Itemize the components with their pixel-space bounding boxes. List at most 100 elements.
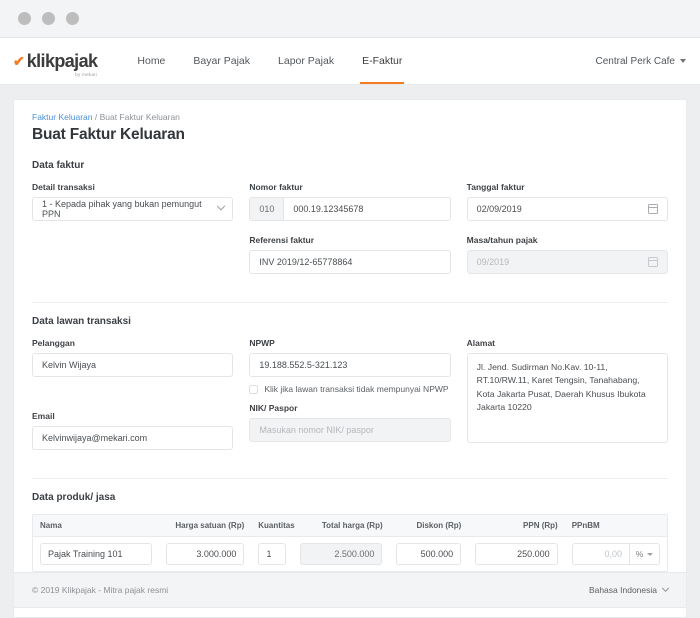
browser-window: ✔ klikpajak by mekari Home Bayar Pajak L… xyxy=(0,0,700,618)
nomor-faktur-prefix: 010 xyxy=(249,197,284,221)
masa-tahun-pajak-input: 09/2019 xyxy=(466,250,668,274)
page-body: Faktur Keluaran / Buat Faktur Keluaran B… xyxy=(0,85,700,618)
npwp-input[interactable]: 19.188.552.5-321.123 xyxy=(249,353,451,377)
nik-paspor-input: Masukan nomor NIK/ paspor xyxy=(249,418,451,442)
cell-ppnbm: 0,00 % xyxy=(565,543,667,565)
cell-total-harga: 2.500.000 xyxy=(293,543,389,565)
language-value: Bahasa Indonesia xyxy=(588,585,657,595)
total-harga-value: 2.500.000 xyxy=(299,543,383,565)
logo-text: klikpajak xyxy=(26,51,98,71)
logo-subtitle: by mekari xyxy=(75,72,98,77)
minimize-window-icon[interactable] xyxy=(42,12,55,25)
nav-item-bayar-pajak[interactable]: Bayar Pajak xyxy=(179,38,264,84)
masa-tahun-pajak-value: 09/2019 xyxy=(476,257,510,267)
nomor-faktur-input[interactable]: 000.19.12345678 xyxy=(283,197,451,221)
language-selector[interactable]: Bahasa Indonesia xyxy=(588,584,670,595)
chevron-down-icon xyxy=(661,584,670,592)
field-referensi-faktur: Referensi faktur INV 2019/12-65778864 xyxy=(249,235,451,274)
label-detail-transaksi: Detail transaksi xyxy=(32,182,95,192)
label-referensi-faktur: Referensi faktur xyxy=(249,235,315,245)
label-email: Email xyxy=(32,411,55,421)
harga-satuan-input[interactable]: 3.000.000 xyxy=(165,543,245,565)
close-window-icon[interactable] xyxy=(18,12,31,25)
account-menu[interactable]: Central Perk Cafe xyxy=(596,56,686,67)
detail-transaksi-value: 1 - Kepada pihak yang bukan pemungut PPN xyxy=(42,199,202,219)
breadcrumb-separator: / xyxy=(92,112,100,122)
top-navigation: ✔ klikpajak by mekari Home Bayar Pajak L… xyxy=(0,38,700,85)
nomor-faktur-group: 010 000.19.12345678 xyxy=(249,197,451,221)
label-npwp: NPWP xyxy=(249,338,275,348)
nav-item-home[interactable]: Home xyxy=(123,38,179,84)
column-header-ppnbm: PPnBM xyxy=(571,521,600,530)
breadcrumb-current: Buat Faktur Keluaran xyxy=(99,112,180,122)
label-pelanggan: Pelanggan xyxy=(32,338,75,348)
nav-item-lapor-pajak[interactable]: Lapor Pajak xyxy=(264,38,348,84)
data-faktur-row: Detail transaksi 1 - Kepada pihak yang b… xyxy=(32,182,668,288)
npwp-checkbox[interactable] xyxy=(249,384,259,394)
data-faktur-column-2: Nomor faktur 010 000.19.12345678 Referen… xyxy=(249,182,451,288)
maximize-window-icon[interactable] xyxy=(66,12,79,25)
chevron-down-icon xyxy=(647,552,654,556)
label-masa-tahun-pajak: Masa/tahun pajak xyxy=(466,235,538,245)
data-lawan-column-3: Alamat Jl. Jend. Sudirman No.Kav. 10-11,… xyxy=(466,338,668,464)
cell-ppn: 250.000 xyxy=(468,543,564,565)
field-tanggal-faktur: Tanggal faktur 02/09/2019 xyxy=(466,182,668,221)
ppnbm-input[interactable]: 0,00 xyxy=(571,543,631,565)
section-divider xyxy=(32,302,668,303)
chevron-down-icon xyxy=(217,201,226,211)
email-input[interactable]: Kelvinwijaya@mekari.com xyxy=(32,426,234,450)
cell-diskon: 500.000 xyxy=(389,543,468,565)
data-faktur-column-1: Detail transaksi 1 - Kepada pihak yang b… xyxy=(32,182,234,288)
klikpajak-logo[interactable]: ✔ klikpajak by mekari xyxy=(13,51,98,77)
pelanggan-input[interactable]: Kelvin Wijaya xyxy=(32,353,234,377)
ppnbm-unit-select[interactable]: % xyxy=(630,543,661,565)
calendar-icon[interactable] xyxy=(647,204,659,214)
nama-input[interactable]: Pajak Training 101 xyxy=(40,543,152,565)
field-nomor-faktur: Nomor faktur 010 000.19.12345678 xyxy=(249,182,451,221)
window-titlebar xyxy=(0,0,700,38)
produk-table: Nama Harga satuan (Rp) Kuantitas Total h… xyxy=(32,514,668,572)
footer-copyright: © 2019 Klikpajak - Mitra pajak resmi xyxy=(32,585,169,595)
table-row: Pajak Training 101 3.000.000 1 2.500.000… xyxy=(33,537,667,571)
ppn-input[interactable]: 250.000 xyxy=(475,543,558,565)
field-alamat: Alamat Jl. Jend. Sudirman No.Kav. 10-11,… xyxy=(466,338,668,443)
kuantitas-input[interactable]: 1 xyxy=(258,543,286,565)
cell-kuantitas: 1 xyxy=(251,543,292,565)
tanggal-faktur-input[interactable]: 02/09/2019 xyxy=(466,197,668,221)
account-name: Central Perk Cafe xyxy=(595,55,675,67)
data-lawan-column-1: Pelanggan Kelvin Wijaya Email Kelvinwija… xyxy=(32,338,234,464)
column-header-ppn: PPN (Rp) xyxy=(523,521,558,530)
data-lawan-column-2: NPWP 19.188.552.5-321.123 Klik jika lawa… xyxy=(249,338,451,464)
column-header-total-harga: Total harga (Rp) xyxy=(321,521,383,530)
checkmark-icon: ✔ xyxy=(13,53,25,69)
breadcrumb: Faktur Keluaran / Buat Faktur Keluaran xyxy=(32,112,668,122)
nav-item-e-faktur[interactable]: E-Faktur xyxy=(348,38,416,84)
section-title-data-produk-jasa: Data produk/ jasa xyxy=(32,492,116,503)
breadcrumb-link-faktur-keluaran[interactable]: Faktur Keluaran xyxy=(32,112,92,122)
diskon-input[interactable]: 500.000 xyxy=(396,543,462,565)
detail-transaksi-select[interactable]: 1 - Kepada pihak yang bukan pemungut PPN xyxy=(32,197,234,221)
column-header-kuantitas: Kuantitas xyxy=(258,521,295,530)
column-header-diskon: Diskon (Rp) xyxy=(416,521,462,530)
content-card: Faktur Keluaran / Buat Faktur Keluaran B… xyxy=(13,99,687,618)
cell-harga-satuan: 3.000.000 xyxy=(159,543,252,565)
field-npwp: NPWP 19.188.552.5-321.123 Klik jika lawa… xyxy=(249,338,451,394)
label-tanggal-faktur: Tanggal faktur xyxy=(466,182,525,192)
table-header-row: Nama Harga satuan (Rp) Kuantitas Total h… xyxy=(33,515,667,537)
page-footer: © 2019 Klikpajak - Mitra pajak resmi Bah… xyxy=(13,572,687,608)
field-nik-paspor: NIK/ Paspor Masukan nomor NIK/ paspor xyxy=(249,403,451,442)
label-nik-paspor: NIK/ Paspor xyxy=(249,403,298,413)
page-title: Buat Faktur Keluaran xyxy=(32,126,185,143)
alamat-textarea[interactable]: Jl. Jend. Sudirman No.Kav. 10-11, RT.10/… xyxy=(466,353,668,443)
npwp-checkbox-label: Klik jika lawan transaksi tidak mempunya… xyxy=(264,384,449,394)
nav-links: Home Bayar Pajak Lapor Pajak E-Faktur xyxy=(123,38,416,84)
calendar-icon xyxy=(647,257,659,267)
ppnbm-group: 0,00 % xyxy=(571,543,661,565)
label-alamat: Alamat xyxy=(466,338,495,348)
column-header-harga-satuan: Harga satuan (Rp) xyxy=(175,521,245,530)
field-email: Email Kelvinwijaya@mekari.com xyxy=(32,411,234,450)
referensi-faktur-input[interactable]: INV 2019/12-65778864 xyxy=(249,250,451,274)
npwp-checkbox-row[interactable]: Klik jika lawan transaksi tidak mempunya… xyxy=(249,384,450,394)
tanggal-faktur-value: 02/09/2019 xyxy=(476,204,522,214)
ppnbm-unit-value: % xyxy=(635,549,644,559)
